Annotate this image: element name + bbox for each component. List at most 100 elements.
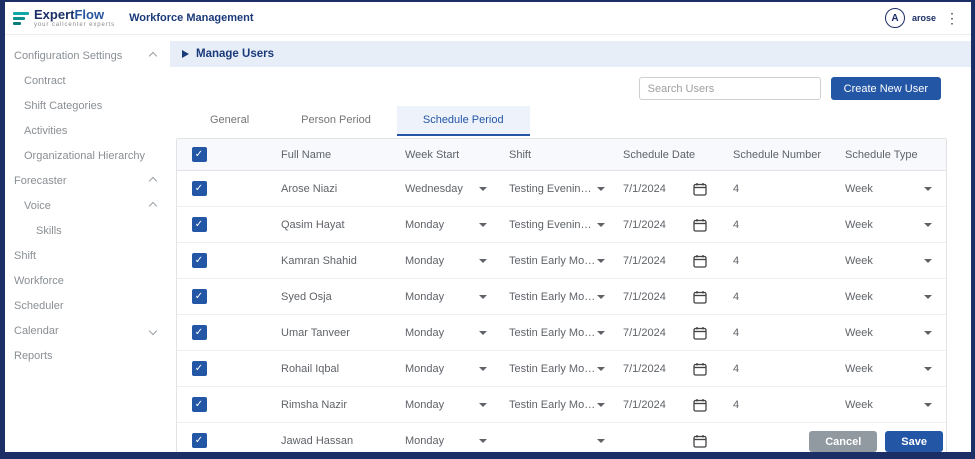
cell-shift-dropdown[interactable]: Testing Evening, Te... <box>501 171 621 206</box>
expertflow-logo: ExpertFlow your callcenter experts <box>13 8 115 29</box>
cell-shift-dropdown[interactable]: Testin Early Morning <box>501 243 621 278</box>
cell-schedule-number: 4 <box>731 171 837 206</box>
calendar-icon[interactable] <box>693 254 707 268</box>
select-all-checkbox[interactable]: ✓ <box>192 147 207 162</box>
row-checkbox[interactable]: ✓ <box>192 253 207 268</box>
top-bar: ExpertFlow your callcenter experts Workf… <box>5 2 971 35</box>
sidebar-item-configuration-settings[interactable]: Configuration Settings <box>5 43 170 68</box>
cancel-button[interactable]: Cancel <box>809 431 877 452</box>
row-checkbox[interactable]: ✓ <box>192 289 207 304</box>
schedule-type-value: Week <box>845 255 873 267</box>
avatar-initial: A <box>891 13 898 24</box>
cell-schedule-number: 4 <box>731 207 837 242</box>
schedule-date-value: 7/1/2024 <box>623 363 685 375</box>
search-input[interactable] <box>639 77 821 100</box>
cell-full-name: Arose Niazi <box>221 171 391 206</box>
cell-week-start-dropdown[interactable]: Monday <box>391 243 501 278</box>
sidebar-item-label: Contract <box>24 75 156 87</box>
cell-shift-dropdown[interactable]: Testing Evening, Te... <box>501 207 621 242</box>
cell-week-start-dropdown[interactable]: Monday <box>391 387 501 422</box>
sidebar-item-shift-categories[interactable]: Shift Categories <box>5 93 170 118</box>
sidebar-item-organizational-hierarchy[interactable]: Organizational Hierarchy <box>5 143 170 168</box>
username: arose <box>912 13 936 23</box>
sidebar-item-forecaster[interactable]: Forecaster <box>5 168 170 193</box>
column-header-week-start: Week Start <box>391 139 501 170</box>
kebab-menu-icon[interactable]: ⋮ <box>943 10 961 27</box>
cell-shift-dropdown[interactable]: Testin Early Morning <box>501 315 621 350</box>
cell-schedule-number: 4 <box>731 243 837 278</box>
check-icon: ✓ <box>195 399 203 410</box>
cell-schedule-type-dropdown[interactable]: Week <box>837 315 946 350</box>
tab-general[interactable]: General <box>184 106 275 136</box>
cell-week-start-dropdown[interactable]: Wednesday <box>391 171 501 206</box>
calendar-icon[interactable] <box>693 290 707 304</box>
week-start-value: Wednesday <box>405 183 463 195</box>
cell-week-start-dropdown[interactable]: Monday <box>391 351 501 386</box>
sidebar: Configuration Settings Contract Shift Ca… <box>5 35 170 452</box>
chevron-down-icon <box>924 187 932 191</box>
sidebar-item-label: Workforce <box>14 275 156 287</box>
cell-week-start-dropdown[interactable]: Monday <box>391 279 501 314</box>
create-new-user-button[interactable]: Create New User <box>831 77 941 100</box>
cell-schedule-type-dropdown[interactable]: Week <box>837 279 946 314</box>
check-icon: ✓ <box>195 149 203 160</box>
chevron-down-icon <box>149 326 157 334</box>
row-checkbox[interactable]: ✓ <box>192 397 207 412</box>
sidebar-item-contract[interactable]: Contract <box>5 68 170 93</box>
chevron-down-icon <box>597 403 605 407</box>
sidebar-item-shift[interactable]: Shift <box>5 243 170 268</box>
shift-value: Testin Early Morning <box>509 399 597 411</box>
row-checkbox[interactable]: ✓ <box>192 325 207 340</box>
calendar-icon[interactable] <box>693 218 707 232</box>
cell-schedule-number: 4 <box>731 279 837 314</box>
schedule-type-value: Week <box>845 183 873 195</box>
calendar-icon[interactable] <box>693 434 707 448</box>
cell-shift-dropdown[interactable]: Testin Early Morning <box>501 279 621 314</box>
sidebar-item-workforce[interactable]: Workforce <box>5 268 170 293</box>
calendar-icon[interactable] <box>693 326 707 340</box>
tab-bar: General Person Period Schedule Period <box>170 106 971 136</box>
row-checkbox[interactable]: ✓ <box>192 181 207 196</box>
cell-schedule-type-dropdown[interactable]: Week <box>837 351 946 386</box>
sidebar-item-reports[interactable]: Reports <box>5 343 170 368</box>
chevron-down-icon <box>479 331 487 335</box>
row-checkbox[interactable]: ✓ <box>192 433 207 448</box>
row-checkbox[interactable]: ✓ <box>192 361 207 376</box>
cell-schedule-type-dropdown[interactable]: Week <box>837 243 946 278</box>
sidebar-item-scheduler[interactable]: Scheduler <box>5 293 170 318</box>
sidebar-item-calendar[interactable]: Calendar <box>5 318 170 343</box>
calendar-icon[interactable] <box>693 362 707 376</box>
table-row: ✓ Umar Tanveer Monday Testin Early Morni… <box>177 315 946 351</box>
sidebar-item-label: Scheduler <box>14 300 156 312</box>
cell-week-start-dropdown[interactable]: Monday <box>391 423 501 458</box>
sidebar-item-activities[interactable]: Activities <box>5 118 170 143</box>
table-header-row: ✓ Full Name Week Start Shift Schedule Da… <box>177 139 946 171</box>
cell-shift-dropdown[interactable]: Testin Early Morning <box>501 387 621 422</box>
chevron-down-icon <box>597 331 605 335</box>
chevron-down-icon <box>597 259 605 263</box>
row-checkbox[interactable]: ✓ <box>192 217 207 232</box>
check-icon: ✓ <box>195 255 203 266</box>
calendar-icon[interactable] <box>693 398 707 412</box>
cell-week-start-dropdown[interactable]: Monday <box>391 207 501 242</box>
cell-shift-dropdown[interactable]: Testin Early Morning <box>501 351 621 386</box>
sidebar-item-skills[interactable]: Skills <box>5 218 170 243</box>
avatar[interactable]: A <box>885 8 905 28</box>
table-row: ✓ Rimsha Nazir Monday Testin Early Morni… <box>177 387 946 423</box>
cell-shift-dropdown[interactable] <box>501 423 621 458</box>
tab-person-period[interactable]: Person Period <box>275 106 397 136</box>
sidebar-item-label: Activities <box>24 125 156 137</box>
sidebar-item-label: Configuration Settings <box>14 50 150 62</box>
cell-week-start-dropdown[interactable]: Monday <box>391 315 501 350</box>
chevron-down-icon <box>479 187 487 191</box>
cell-schedule-type-dropdown[interactable]: Week <box>837 207 946 242</box>
tab-schedule-period[interactable]: Schedule Period <box>397 106 530 136</box>
calendar-icon[interactable] <box>693 182 707 196</box>
cell-schedule-type-dropdown[interactable]: Week <box>837 387 946 422</box>
manage-users-banner[interactable]: Manage Users <box>170 41 971 67</box>
sidebar-item-voice[interactable]: Voice <box>5 193 170 218</box>
save-button[interactable]: Save <box>885 431 943 452</box>
cell-schedule-type-dropdown[interactable]: Week <box>837 171 946 206</box>
chevron-down-icon <box>924 259 932 263</box>
sidebar-item-label: Shift Categories <box>24 100 156 112</box>
